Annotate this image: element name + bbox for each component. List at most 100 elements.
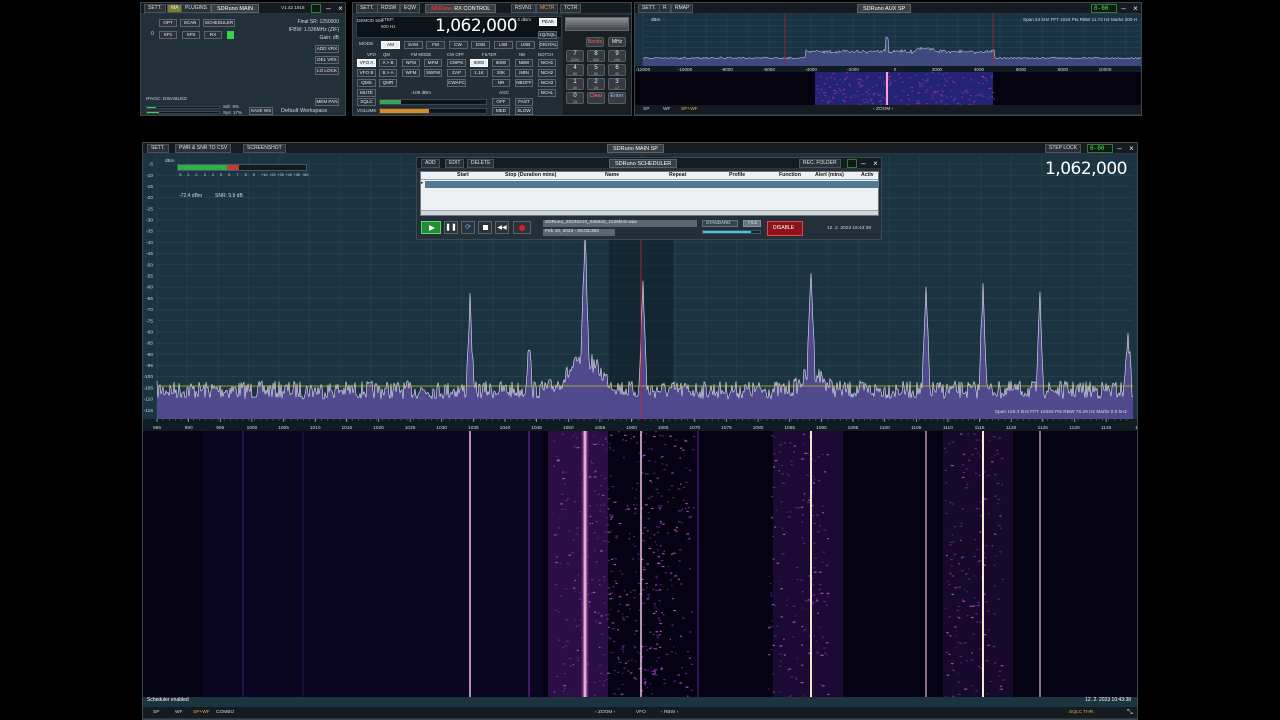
key-8[interactable]: 8 630 (587, 50, 605, 62)
eqw-button[interactable]: EQW (400, 4, 420, 13)
column-header[interactable]: Stop (Duration mins) (505, 172, 556, 178)
mode-button-sam[interactable]: SAM (403, 41, 423, 49)
close-icon[interactable]: × (871, 159, 880, 168)
save-ws-button[interactable]: SAVE WS (249, 107, 273, 115)
plugins-button[interactable]: PLUGINS (181, 4, 211, 13)
nfm-button[interactable]: NFM (402, 59, 420, 67)
r-button[interactable]: R (659, 4, 671, 13)
add-button[interactable]: ADD (421, 159, 440, 168)
mute-button[interactable]: MUTE (357, 89, 376, 97)
table-scrollbar[interactable] (421, 210, 878, 215)
rewind-button[interactable]: ◀◀ (495, 221, 509, 234)
tctr-button[interactable]: TCTR (560, 4, 582, 13)
key-7[interactable]: 7 2200 (566, 50, 584, 62)
mode-button-dsb[interactable]: DSB (471, 41, 490, 49)
peak-button[interactable]: PEAK (539, 18, 557, 26)
vfo-a-button[interactable]: VFO A (357, 59, 376, 67)
rbw-control[interactable]: ‹ RBW › (661, 710, 678, 716)
nr-button[interactable]: NR (492, 79, 510, 87)
column-header[interactable]: Repeat (669, 172, 686, 178)
column-header[interactable]: Alert (mins) (815, 172, 844, 178)
nbn-button[interactable]: NBN (515, 69, 533, 77)
filter-20k-button[interactable]: 20K (492, 69, 510, 77)
play-button[interactable] (421, 221, 441, 234)
nbw-button[interactable]: NBW (515, 59, 533, 67)
zoom-control[interactable]: ‹ ZOOM › (873, 107, 893, 113)
column-header[interactable]: Activ (861, 172, 874, 178)
key-6[interactable]: 6 40 (608, 64, 626, 76)
close-icon[interactable]: × (336, 4, 345, 13)
sqlc-button[interactable]: SQLC (357, 98, 376, 106)
key-1[interactable]: 1 30 (566, 78, 584, 90)
sett-button[interactable]: SETT. (356, 4, 378, 13)
screenshot-button[interactable]: SCREENSHOT (243, 144, 286, 153)
rx-button[interactable]: RX (204, 31, 222, 39)
rdsw-button[interactable]: RDSW (377, 4, 401, 13)
b-to-a-button[interactable]: B > A (379, 69, 397, 77)
mem-pan-button[interactable]: MEM PAN (315, 98, 339, 106)
sqlc-thr-control[interactable]: SQLC THR. (1069, 710, 1095, 716)
rsvn1-button[interactable]: RSVN1 (511, 4, 536, 13)
nboff-button[interactable]: NBOFF (515, 79, 533, 87)
mode-button-lsb[interactable]: LSB (493, 41, 513, 49)
zap-button[interactable]: ZAP (447, 69, 466, 77)
filter-8000-button[interactable]: 8000 (492, 59, 510, 67)
sp1-button[interactable]: SP1 (159, 31, 177, 39)
nch2-button[interactable]: NCH2 (538, 69, 556, 77)
agc-med-button[interactable]: MED (492, 107, 510, 115)
cwafc-button[interactable]: CWAFC (447, 79, 466, 87)
spwf-tab[interactable]: SP+WF (193, 710, 210, 716)
column-header[interactable]: Start (457, 172, 469, 178)
zoom-control[interactable]: ‹ ZOOM › (595, 710, 615, 716)
key-0[interactable]: 0 15 (566, 92, 584, 104)
filter-6000-button[interactable]: 6000 (470, 59, 488, 67)
1q-sql-button[interactable]: 1Q/SQL (538, 31, 557, 39)
sett-button[interactable]: SETT. (147, 144, 169, 153)
sett-button[interactable]: SETT. (144, 4, 166, 13)
key-clear[interactable]: Clear (587, 92, 605, 104)
edit-button[interactable]: EDIT (445, 159, 465, 168)
filter-1-1k-button[interactable]: 1.1K (470, 69, 488, 77)
mode-button-digital[interactable]: DIGITAL (538, 41, 558, 49)
mhz-button[interactable]: MHz (608, 37, 626, 47)
mode-button-fm[interactable]: FM (426, 41, 445, 49)
vfo-b-button[interactable]: VFO B (357, 69, 376, 77)
loop-button[interactable]: ⟳ (461, 221, 475, 234)
minimize-icon[interactable]: – (859, 159, 868, 168)
spwf-tab[interactable]: SP+WF (681, 107, 698, 113)
squelch-slider[interactable] (379, 99, 487, 105)
vfo-control[interactable]: VFO (636, 710, 646, 716)
cwpk-button[interactable]: CWPK (447, 59, 466, 67)
key-3[interactable]: 3 17 (608, 78, 626, 90)
delete-button[interactable]: DELETE (467, 159, 495, 168)
agc-fast-button[interactable]: FAST (515, 98, 533, 106)
column-header[interactable]: Name (605, 172, 619, 178)
combo-tab[interactable]: COMBO (216, 710, 234, 716)
pause-button[interactable]: ❚❚ (444, 221, 458, 234)
mode-button-am[interactable]: AM (381, 41, 400, 49)
volume-slider[interactable] (379, 108, 487, 114)
step-lock-button[interactable]: STEP LOCK (1045, 144, 1081, 153)
mode-button-cw[interactable]: CW (448, 41, 468, 49)
column-header[interactable]: Profile (729, 172, 745, 178)
agc-slow-button[interactable]: SLOW (515, 107, 533, 115)
wf-tab[interactable]: WF (663, 107, 670, 113)
qms-button[interactable]: QMS (357, 79, 376, 87)
sp-tab[interactable]: SP (643, 107, 649, 113)
table-row[interactable] (425, 181, 878, 188)
key-5[interactable]: 5 60 (587, 64, 605, 76)
lo-lock-button[interactable]: LO LOCK (315, 67, 339, 75)
mfm-button[interactable]: MFM (424, 59, 442, 67)
minimize-icon[interactable]: – (324, 4, 333, 13)
mctr-button[interactable]: MCTR (536, 4, 559, 13)
a-to-b-button[interactable]: A > B (379, 59, 397, 67)
scheduler-button[interactable]: SCHEDULER (203, 19, 235, 27)
main-waterfall[interactable] (143, 431, 1137, 697)
qmr-button[interactable]: QMR (379, 79, 397, 87)
pwr-snr-csv-button[interactable]: PWR & SNR TO CSV (175, 144, 232, 153)
agc-off-button[interactable]: OFF (492, 98, 510, 106)
close-icon[interactable]: × (1131, 4, 1140, 13)
wf-tab[interactable]: WF (175, 710, 182, 716)
sett-button[interactable]: SETT. (638, 4, 660, 13)
sp-tab[interactable]: SP (153, 710, 159, 716)
